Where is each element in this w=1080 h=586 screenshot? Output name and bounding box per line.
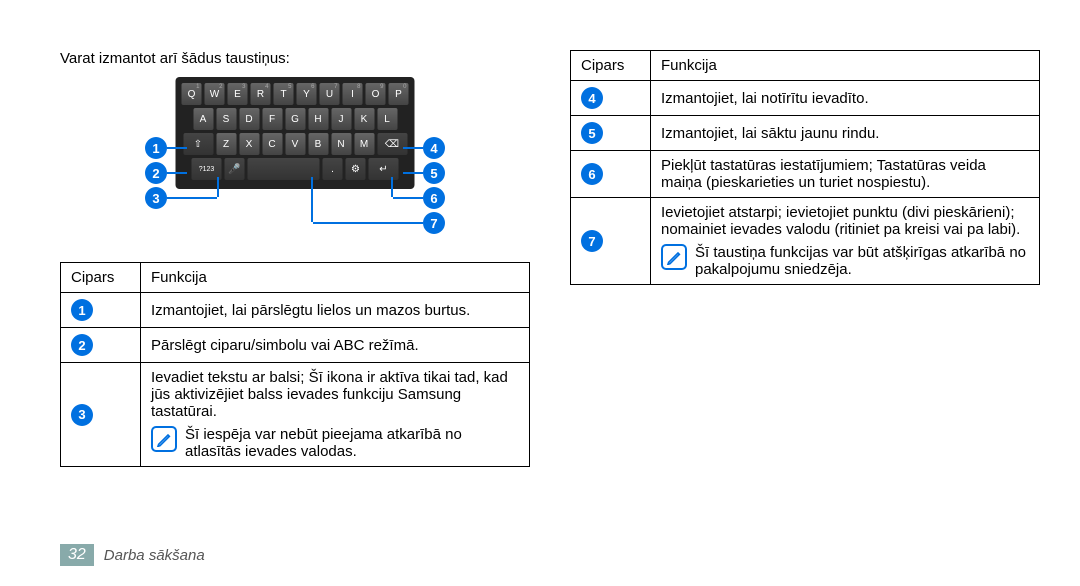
page-number: 32 — [60, 544, 94, 566]
row-num: 7 — [581, 230, 603, 252]
key: T5 — [274, 83, 294, 105]
key: J — [331, 108, 351, 130]
key-dot: . — [323, 158, 343, 180]
th-funkcija: Funkcija — [141, 263, 530, 293]
row-text: Izmantojiet, lai pārslēgtu lielos un maz… — [141, 293, 530, 328]
row-num: 6 — [581, 163, 603, 185]
key-gear: ⚙ — [346, 158, 366, 180]
page-footer: 32 Darba sākšana — [60, 544, 205, 566]
key: U7 — [320, 83, 340, 105]
callout-7: 7 — [423, 212, 445, 234]
row-text: Piekļūt tastatūras iestatījumiem; Tastat… — [651, 151, 1040, 198]
key: P0 — [389, 83, 409, 105]
key: E3 — [228, 83, 248, 105]
key-mic: 🎤 — [225, 158, 245, 180]
callout-3: 3 — [145, 187, 167, 209]
key: Y6 — [297, 83, 317, 105]
key: C — [262, 133, 282, 155]
section-title: Darba sākšana — [104, 547, 205, 564]
key: G — [285, 108, 305, 130]
row-num: 4 — [581, 87, 603, 109]
key-space — [248, 158, 320, 180]
key: K — [354, 108, 374, 130]
th-funkcija: Funkcija — [651, 51, 1040, 81]
note: Šī taustiņa funkcijas var būt atšķirīgas… — [661, 244, 1029, 278]
th-cipars: Cipars — [61, 263, 141, 293]
row-text: Pārslēgt ciparu/simbolu vai ABC režīmā. — [141, 328, 530, 363]
key: M — [354, 133, 374, 155]
key: A — [193, 108, 213, 130]
row-num: 2 — [71, 334, 93, 356]
key: O9 — [366, 83, 386, 105]
page-content: Varat izmantot arī šādus taustiņus: Q1W2… — [0, 0, 1080, 487]
left-column: Varat izmantot arī šādus taustiņus: Q1W2… — [60, 50, 530, 467]
intro-text: Varat izmantot arī šādus taustiņus: — [60, 50, 530, 67]
callout-5: 5 — [423, 162, 445, 184]
callout-2: 2 — [145, 162, 167, 184]
key-delete: ⌫ — [377, 133, 407, 155]
key: B — [308, 133, 328, 155]
row-text: Ievietojiet atstarpi; ievietojiet punktu… — [651, 198, 1040, 285]
key: Z — [216, 133, 236, 155]
key: Q1 — [182, 83, 202, 105]
callout-6: 6 — [423, 187, 445, 209]
key: L — [377, 108, 397, 130]
note-icon — [661, 244, 687, 270]
row-text: Izmantojiet, lai notīrītu ievadīto. — [651, 81, 1040, 116]
key: X — [239, 133, 259, 155]
note-icon — [151, 426, 177, 452]
keyboard: Q1W2E3R4T5Y6U7I8O9P0 ASDFGHJKL ⇧ ZXCVBNM… — [176, 77, 415, 189]
row-num: 3 — [71, 404, 93, 426]
key: H — [308, 108, 328, 130]
key: R4 — [251, 83, 271, 105]
left-function-table: Cipars Funkcija 1 Izmantojiet, lai pārsl… — [60, 262, 530, 467]
row-num: 1 — [71, 299, 93, 321]
row-text: Izmantojiet, lai sāktu jaunu rindu. — [651, 116, 1040, 151]
key: F — [262, 108, 282, 130]
right-column: Cipars Funkcija 4 Izmantojiet, lai notīr… — [570, 50, 1040, 467]
callout-4: 4 — [423, 137, 445, 159]
right-function-table: Cipars Funkcija 4 Izmantojiet, lai notīr… — [570, 50, 1040, 285]
key: I8 — [343, 83, 363, 105]
key: N — [331, 133, 351, 155]
th-cipars: Cipars — [571, 51, 651, 81]
key-enter: ↵ — [369, 158, 399, 180]
key: D — [239, 108, 259, 130]
key: W2 — [205, 83, 225, 105]
key: V — [285, 133, 305, 155]
note: Šī iespēja var nebūt pieejama atkarībā n… — [151, 426, 519, 460]
row-num: 5 — [581, 122, 603, 144]
callout-1: 1 — [145, 137, 167, 159]
keyboard-illustration: Q1W2E3R4T5Y6U7I8O9P0 ASDFGHJKL ⇧ ZXCVBNM… — [60, 77, 530, 247]
row-text: Ievadiet tekstu ar balsi; Šī ikona ir ak… — [141, 363, 530, 467]
key: S — [216, 108, 236, 130]
key-shift: ⇧ — [183, 133, 213, 155]
